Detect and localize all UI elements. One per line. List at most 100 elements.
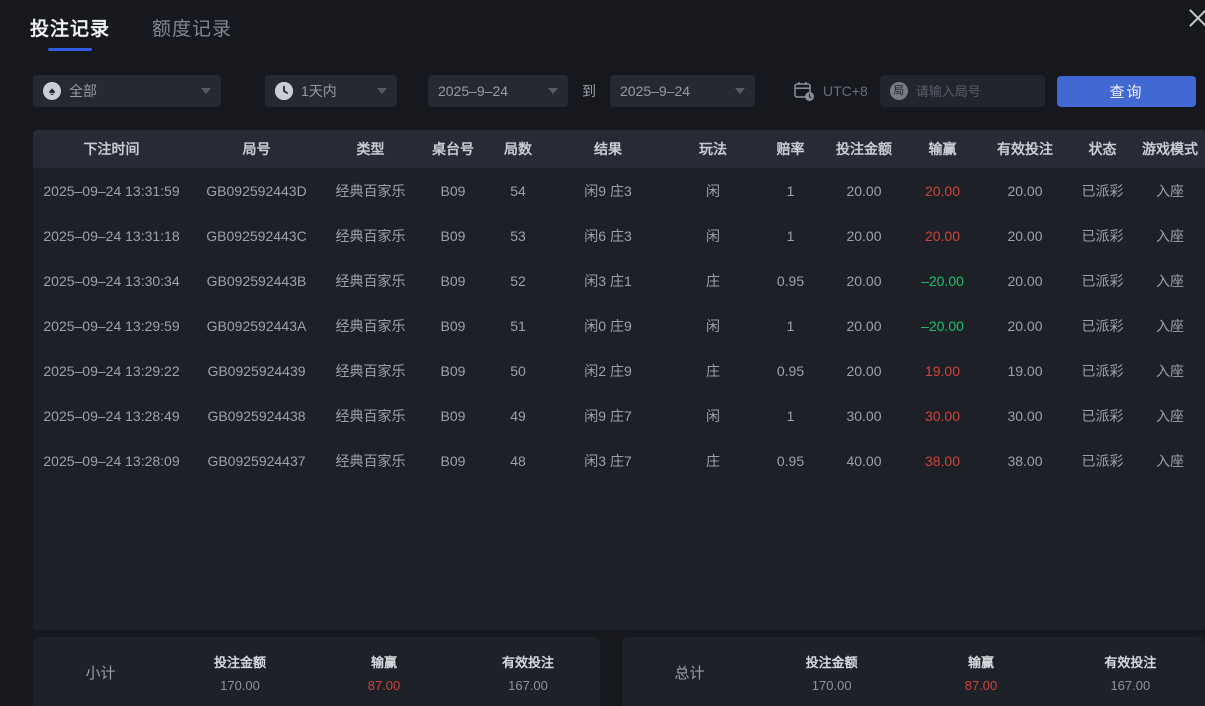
cell-status: 已派彩 xyxy=(1070,316,1135,336)
cell-bet-amount: 20.00 xyxy=(823,318,905,334)
spade-icon: ♠ xyxy=(43,82,61,100)
cell-bet-amount: 30.00 xyxy=(823,408,905,424)
column-header: 桌台号 xyxy=(418,139,488,159)
column-header: 输赢 xyxy=(905,139,980,159)
cell-result: 闲6 庄3 xyxy=(548,226,668,246)
cell-mode: 入座 xyxy=(1135,181,1205,201)
cell-round-no: 54 xyxy=(488,183,548,199)
column-header: 结果 xyxy=(548,139,668,159)
clock-icon xyxy=(275,82,293,100)
cell-round-no: 50 xyxy=(488,363,548,379)
date-to-value: 2025–9–24 xyxy=(620,83,690,99)
cell-time: 2025–09–24 13:30:34 xyxy=(33,273,190,289)
subtotal-win-loss: 输赢 87.00 xyxy=(312,652,456,693)
cell-valid-bet: 38.00 xyxy=(980,453,1070,469)
subtotal-bet-amount: 投注金额 170.00 xyxy=(168,652,312,693)
cell-result: 闲3 庄1 xyxy=(548,271,668,291)
table-body: 2025–09–24 13:31:59GB092592443D经典百家乐B095… xyxy=(33,168,1205,483)
cell-game-type: 经典百家乐 xyxy=(323,361,418,381)
cell-round-id: GB0925924437 xyxy=(190,453,323,469)
cell-round-id: GB0925924439 xyxy=(190,363,323,379)
cell-result: 闲3 庄7 xyxy=(548,451,668,471)
tab-betting-records[interactable]: 投注记录 xyxy=(30,14,110,51)
cell-odds: 0.95 xyxy=(758,453,823,469)
cell-win-loss: –20.00 xyxy=(905,318,980,334)
column-header: 状态 xyxy=(1070,139,1135,159)
query-button[interactable]: 查询 xyxy=(1057,76,1196,107)
cell-game-type: 经典百家乐 xyxy=(323,226,418,246)
date-from-select[interactable]: 2025–9–24 xyxy=(428,75,568,107)
cell-valid-bet: 20.00 xyxy=(980,183,1070,199)
subtotal-label: 小计 xyxy=(33,662,168,683)
cell-mode: 入座 xyxy=(1135,316,1205,336)
cell-game-type: 经典百家乐 xyxy=(323,406,418,426)
cell-table-no: B09 xyxy=(418,183,488,199)
cell-round-no: 48 xyxy=(488,453,548,469)
cell-time: 2025–09–24 13:28:49 xyxy=(33,408,190,424)
cell-play: 庄 xyxy=(668,451,758,471)
close-button[interactable] xyxy=(1184,4,1205,35)
cell-win-loss: 38.00 xyxy=(905,453,980,469)
cell-play: 闲 xyxy=(668,316,758,336)
table-row: 2025–09–24 13:31:59GB092592443D经典百家乐B095… xyxy=(33,168,1205,213)
chevron-down-icon xyxy=(548,88,558,94)
to-label: 到 xyxy=(582,81,596,101)
close-icon xyxy=(1184,4,1205,32)
cell-odds: 0.95 xyxy=(758,273,823,289)
cell-mode: 入座 xyxy=(1135,226,1205,246)
table-row: 2025–09–24 13:31:18GB092592443C经典百家乐B095… xyxy=(33,213,1205,258)
time-range-value: 1天内 xyxy=(301,81,337,101)
column-header: 游戏模式 xyxy=(1135,139,1205,159)
time-range-select[interactable]: 1天内 xyxy=(265,75,397,107)
column-header: 下注时间 xyxy=(33,139,190,159)
filter-bar: ♠ 全部 1天内 2025–9–24 到 2025–9–24 UTC+ xyxy=(33,75,1196,107)
cell-game-type: 经典百家乐 xyxy=(323,181,418,201)
calendar-clock-icon[interactable] xyxy=(793,80,815,102)
cell-time: 2025–09–24 13:31:18 xyxy=(33,228,190,244)
cell-odds: 1 xyxy=(758,228,823,244)
cell-status: 已派彩 xyxy=(1070,271,1135,291)
cell-win-loss: –20.00 xyxy=(905,273,980,289)
round-number-input[interactable] xyxy=(916,84,1035,99)
cell-win-loss: 19.00 xyxy=(905,363,980,379)
cell-odds: 1 xyxy=(758,183,823,199)
total-label: 总计 xyxy=(622,662,757,683)
column-header: 局数 xyxy=(488,139,548,159)
date-to-select[interactable]: 2025–9–24 xyxy=(610,75,755,107)
cell-round-id: GB092592443A xyxy=(190,318,323,334)
column-header: 有效投注 xyxy=(980,139,1070,159)
chevron-down-icon xyxy=(201,88,211,94)
table-row: 2025–09–24 13:28:09GB0925924437经典百家乐B094… xyxy=(33,438,1205,483)
table-row: 2025–09–24 13:30:34GB092592443B经典百家乐B095… xyxy=(33,258,1205,303)
date-from-value: 2025–9–24 xyxy=(438,83,508,99)
cell-status: 已派彩 xyxy=(1070,226,1135,246)
column-header: 赔率 xyxy=(758,139,823,159)
chevron-down-icon xyxy=(377,88,387,94)
column-header: 局号 xyxy=(190,139,323,159)
cell-valid-bet: 30.00 xyxy=(980,408,1070,424)
cell-odds: 1 xyxy=(758,408,823,424)
table-header-row: 下注时间局号类型桌台号局数结果玩法赔率投注金额输赢有效投注状态游戏模式 xyxy=(33,130,1205,168)
total-valid-bet: 有效投注 167.00 xyxy=(1056,652,1205,693)
cell-bet-amount: 20.00 xyxy=(823,183,905,199)
tab-quota-records[interactable]: 额度记录 xyxy=(152,14,232,51)
game-type-select[interactable]: ♠ 全部 xyxy=(33,75,221,107)
cell-valid-bet: 19.00 xyxy=(980,363,1070,379)
cell-table-no: B09 xyxy=(418,318,488,334)
cell-play: 闲 xyxy=(668,406,758,426)
cell-round-id: GB092592443B xyxy=(190,273,323,289)
cell-status: 已派彩 xyxy=(1070,451,1135,471)
cell-round-no: 53 xyxy=(488,228,548,244)
cell-time: 2025–09–24 13:29:59 xyxy=(33,318,190,334)
round-search-field[interactable]: 局 xyxy=(880,75,1045,107)
cell-play: 庄 xyxy=(668,271,758,291)
column-header: 玩法 xyxy=(668,139,758,159)
timezone-control: UTC+8 xyxy=(793,80,868,102)
cell-time: 2025–09–24 13:29:22 xyxy=(33,363,190,379)
chevron-down-icon xyxy=(735,88,745,94)
cell-mode: 入座 xyxy=(1135,451,1205,471)
cell-table-no: B09 xyxy=(418,228,488,244)
cell-result: 闲9 庄7 xyxy=(548,406,668,426)
game-type-value: 全部 xyxy=(69,81,97,101)
cell-round-no: 51 xyxy=(488,318,548,334)
